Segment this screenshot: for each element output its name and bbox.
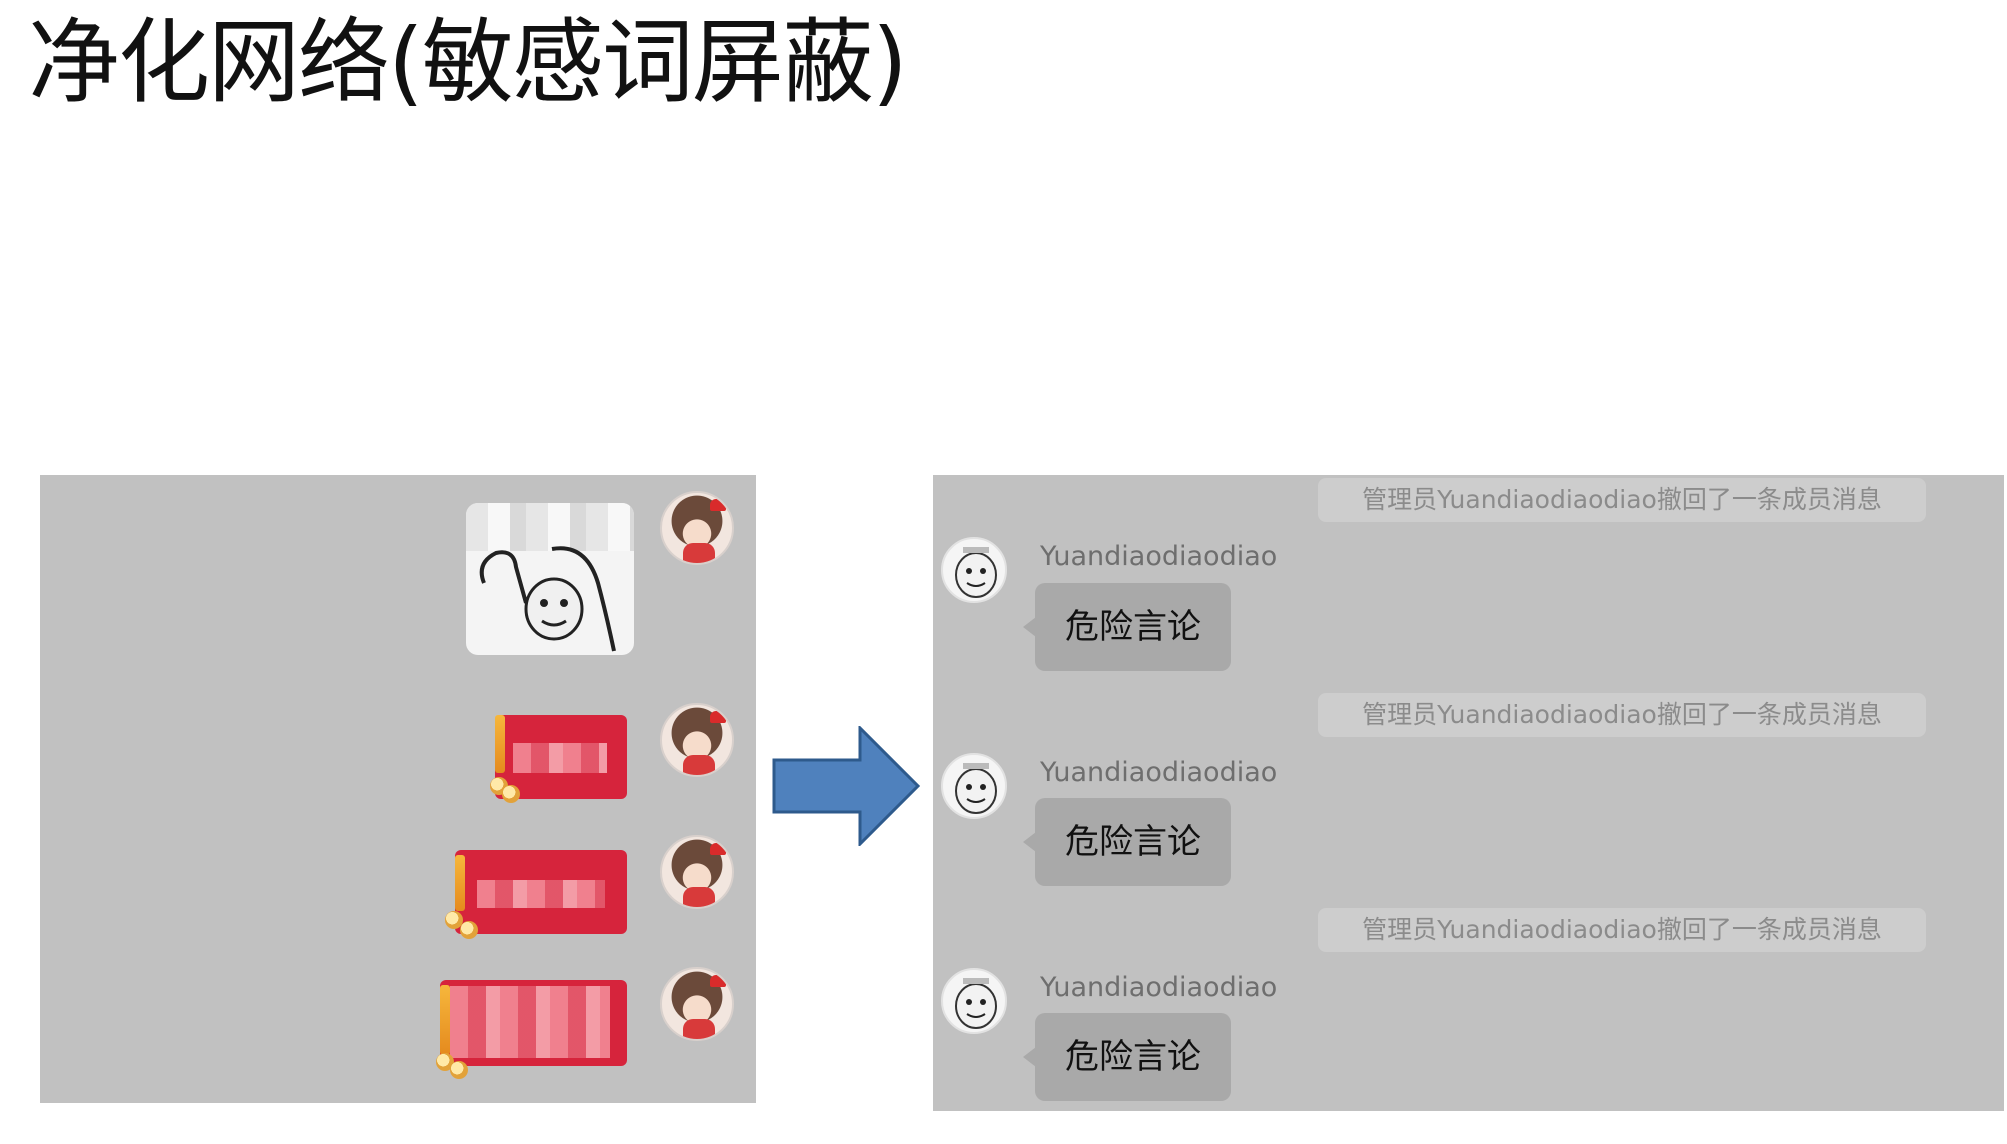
recall-notice: 管理员Yuandiaodiaodiao撤回了一条成员消息 (1318, 693, 1926, 737)
red-packet-ribbon (495, 715, 505, 773)
recall-notice: 管理员Yuandiaodiaodiao撤回了一条成员消息 (1318, 478, 1926, 522)
mosaic-blur (477, 880, 605, 908)
sender-avatar[interactable] (660, 835, 734, 909)
coin-icon (460, 921, 478, 939)
red-packet-message[interactable] (455, 850, 627, 934)
recall-notice: 管理员Yuandiaodiaodiao撤回了一条成员消息 (1318, 908, 1926, 952)
mosaic-blur (513, 743, 607, 773)
slide-title: 净化网络(敏感词屏蔽) (28, 9, 908, 116)
meme-face-icon (955, 763, 997, 814)
meme-face-avatar[interactable] (941, 753, 1007, 819)
meme-face-icon (955, 547, 997, 598)
chat-before-panel (40, 475, 756, 1103)
coin-icon (450, 1061, 468, 1079)
meme-face-drawing (479, 546, 616, 652)
right-arrow-icon (772, 726, 921, 846)
chat-after-panel: 管理员Yuandiaodiaodiao撤回了一条成员消息 Yuandiaodia… (933, 475, 2004, 1111)
message-bubble[interactable]: 危险言论 (1023, 798, 1231, 886)
mosaic-blur (450, 986, 610, 1058)
message-bubble[interactable]: 危险言论 (1023, 583, 1231, 671)
message-bubble[interactable]: 危险言论 (1023, 1013, 1231, 1101)
meme-sticker-image[interactable] (466, 503, 634, 655)
sender-avatar[interactable] (660, 703, 734, 777)
meme-face-avatar[interactable] (941, 968, 1007, 1034)
red-packet-message[interactable] (440, 980, 627, 1066)
meme-face-icon (955, 978, 997, 1029)
username-label: Yuandiaodiaodiao (1040, 757, 1278, 788)
username-label: Yuandiaodiaodiao (1040, 541, 1278, 572)
coin-icon (502, 785, 520, 803)
sender-avatar[interactable] (660, 491, 734, 565)
sender-avatar[interactable] (660, 967, 734, 1041)
red-packet-ribbon (440, 985, 450, 1055)
meme-face-avatar[interactable] (941, 537, 1007, 603)
red-packet-ribbon (455, 855, 465, 911)
username-label: Yuandiaodiaodiao (1040, 972, 1278, 1003)
